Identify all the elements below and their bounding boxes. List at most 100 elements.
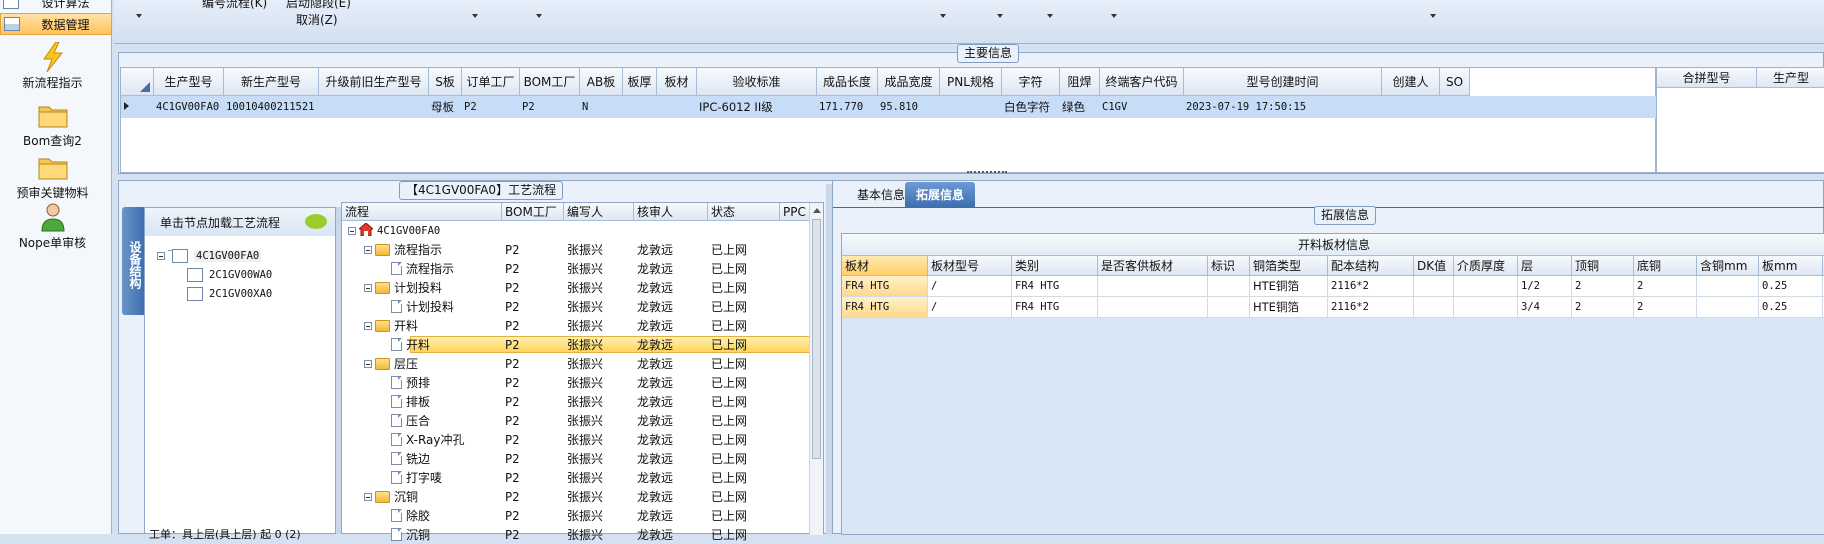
- vertical-scrollbar[interactable]: [809, 203, 823, 535]
- column-header[interactable]: 终端客户代码: [1100, 68, 1184, 96]
- splitter-handle[interactable]: [967, 171, 1007, 175]
- table-cell[interactable]: 2116*2: [1328, 297, 1414, 317]
- flow-row[interactable]: 流程指示 P2 张振兴 龙敦远 已上网: [342, 259, 810, 278]
- column-header[interactable]: 配本结构: [1328, 256, 1414, 276]
- flow-row[interactable]: 沉铜 P2 张振兴 龙敦远 已上网: [342, 525, 810, 544]
- column-header[interactable]: 类别: [1012, 256, 1098, 276]
- column-header[interactable]: 阻焊: [1060, 68, 1100, 96]
- table-cell[interactable]: [1098, 276, 1208, 296]
- table-cell[interactable]: 2: [1634, 276, 1697, 296]
- column-header[interactable]: 成品宽度: [878, 68, 940, 96]
- flow-row[interactable]: 铣边 P2 张振兴 龙敦远 已上网: [342, 449, 810, 468]
- flow-row[interactable]: 计划投料 P2 张振兴 龙敦远 已上网: [342, 297, 810, 316]
- table-cell[interactable]: 0.25: [1759, 297, 1823, 317]
- column-header[interactable]: 新生产型号: [224, 68, 319, 96]
- column-header[interactable]: 订单工厂: [462, 68, 520, 96]
- column-header[interactable]: BOM工厂: [502, 203, 564, 221]
- table-cell[interactable]: /: [928, 276, 1012, 296]
- column-header[interactable]: 编写人: [564, 203, 634, 221]
- column-header[interactable]: 底铜: [1634, 256, 1697, 276]
- flow-row[interactable]: 4C1GV00FA0: [342, 221, 810, 240]
- column-header[interactable]: 生产型: [1757, 68, 1824, 88]
- flow-row[interactable]: 打字唛 P2 张振兴 龙敦远 已上网: [342, 468, 810, 487]
- column-header[interactable]: PPC: [780, 203, 810, 221]
- tab-equipment-structure[interactable]: 设备结构: [122, 207, 144, 315]
- column-header[interactable]: 铜箔类型: [1250, 256, 1328, 276]
- table-cell[interactable]: [1697, 276, 1759, 296]
- dropdown-arrow-icon[interactable]: [997, 14, 1003, 18]
- flow-row[interactable]: 层压 P2 张振兴 龙敦远 已上网: [342, 354, 810, 373]
- flow-row[interactable]: 计划投料 P2 张振兴 龙敦远 已上网: [342, 278, 810, 297]
- flow-row[interactable]: 除胶 P2 张振兴 龙敦远 已上网: [342, 506, 810, 525]
- column-header[interactable]: AB板: [580, 68, 623, 96]
- column-header[interactable]: 板材型号: [928, 256, 1012, 276]
- tree-node-root[interactable]: 4C1GV00FA0: [157, 246, 262, 265]
- column-header[interactable]: 流程: [342, 203, 502, 221]
- column-header[interactable]: 型号创建时间: [1184, 68, 1382, 96]
- collapse-icon[interactable]: [348, 226, 356, 235]
- table-cell[interactable]: P2: [520, 96, 580, 118]
- table-cell[interactable]: [1208, 276, 1250, 296]
- column-header[interactable]: 升级前旧生产型号: [319, 68, 429, 96]
- column-header[interactable]: 成品长度: [817, 68, 878, 96]
- column-header[interactable]: 介质厚度: [1454, 256, 1518, 276]
- table-cell[interactable]: [1098, 297, 1208, 317]
- column-header[interactable]: 含铜mm: [1697, 256, 1759, 276]
- sidebar-item-design[interactable]: 设计算法: [0, 0, 112, 13]
- dropdown-arrow-icon[interactable]: [940, 14, 946, 18]
- scroll-thumb[interactable]: [812, 219, 821, 459]
- table-cell[interactable]: [1208, 297, 1250, 317]
- column-header[interactable]: 板厚: [623, 68, 657, 96]
- dropdown-arrow-icon[interactable]: [1111, 14, 1117, 18]
- column-header[interactable]: 是否客供板材: [1098, 256, 1208, 276]
- flow-row[interactable]: 压合 P2 张振兴 龙敦远 已上网: [342, 411, 810, 430]
- table-cell[interactable]: IPC-6012 II级: [697, 96, 817, 118]
- flow-row[interactable]: 排板 P2 张振兴 龙敦远 已上网: [342, 392, 810, 411]
- sidebar-item-2[interactable]: 预审关键物料: [0, 152, 105, 201]
- flow-row[interactable]: 开料 P2 张振兴 龙敦远 已上网: [342, 316, 810, 335]
- table-cell[interactable]: [1382, 96, 1440, 118]
- table-cell[interactable]: 95.810: [878, 96, 940, 118]
- sidebar-item-0[interactable]: 新流程指示: [0, 41, 105, 91]
- column-header[interactable]: 创建人: [1382, 68, 1440, 96]
- table-cell[interactable]: [319, 96, 429, 118]
- collapse-icon[interactable]: [364, 492, 372, 501]
- column-header[interactable]: 顶铜: [1572, 256, 1634, 276]
- table-cell[interactable]: 2: [1572, 276, 1634, 296]
- collapse-icon[interactable]: [364, 283, 372, 292]
- table-cell[interactable]: [623, 96, 657, 118]
- column-header[interactable]: 状态: [708, 203, 780, 221]
- collapse-icon[interactable]: [364, 359, 372, 368]
- table-cell[interactable]: HTE铜箔: [1250, 297, 1328, 317]
- table-cell[interactable]: 4C1GV00FA0: [154, 96, 224, 118]
- table-cell[interactable]: C1GV: [1100, 96, 1184, 118]
- table-cell[interactable]: [1414, 276, 1454, 296]
- column-header[interactable]: DK值: [1414, 256, 1454, 276]
- table-cell[interactable]: 母板: [429, 96, 462, 118]
- table-cell[interactable]: 2: [1634, 297, 1697, 317]
- sidebar-item-data-management[interactable]: 数据管理: [0, 13, 112, 35]
- flow-row[interactable]: 预排 P2 张振兴 龙敦远 已上网: [342, 373, 810, 392]
- table-cell[interactable]: 白色字符: [1002, 96, 1060, 118]
- table-cell[interactable]: [657, 96, 697, 118]
- table-cell[interactable]: N: [580, 96, 623, 118]
- dropdown-arrow-icon[interactable]: [472, 14, 478, 18]
- table-row[interactable]: FR4 HTG/FR4 HTGHTE铜箔2116*21/2220.2599: [842, 276, 1824, 297]
- dropdown-arrow-icon[interactable]: [136, 14, 142, 18]
- flow-row[interactable]: 开料 P2 张振兴 龙敦远 已上网: [342, 335, 810, 354]
- dropdown-arrow-icon[interactable]: [536, 14, 542, 18]
- column-header[interactable]: SO: [1440, 68, 1470, 96]
- column-header[interactable]: 板材: [842, 256, 928, 276]
- column-header[interactable]: S板: [429, 68, 462, 96]
- column-header[interactable]: 验收标准: [697, 68, 817, 96]
- flow-row[interactable]: X-Ray冲孔 P2 张振兴 龙敦远 已上网: [342, 430, 810, 449]
- table-cell[interactable]: HTE铜箔: [1250, 276, 1328, 296]
- table-cell[interactable]: [1454, 276, 1518, 296]
- collapse-icon[interactable]: [364, 245, 372, 254]
- flow-row[interactable]: 沉铜 P2 张振兴 龙敦远 已上网: [342, 487, 810, 506]
- sidebar-item-1[interactable]: Bom查询2: [0, 100, 105, 149]
- table-cell[interactable]: [1454, 297, 1518, 317]
- column-header[interactable]: 层: [1518, 256, 1572, 276]
- tab-extended-info[interactable]: 拓展信息: [905, 182, 975, 207]
- collapse-icon[interactable]: [364, 321, 372, 330]
